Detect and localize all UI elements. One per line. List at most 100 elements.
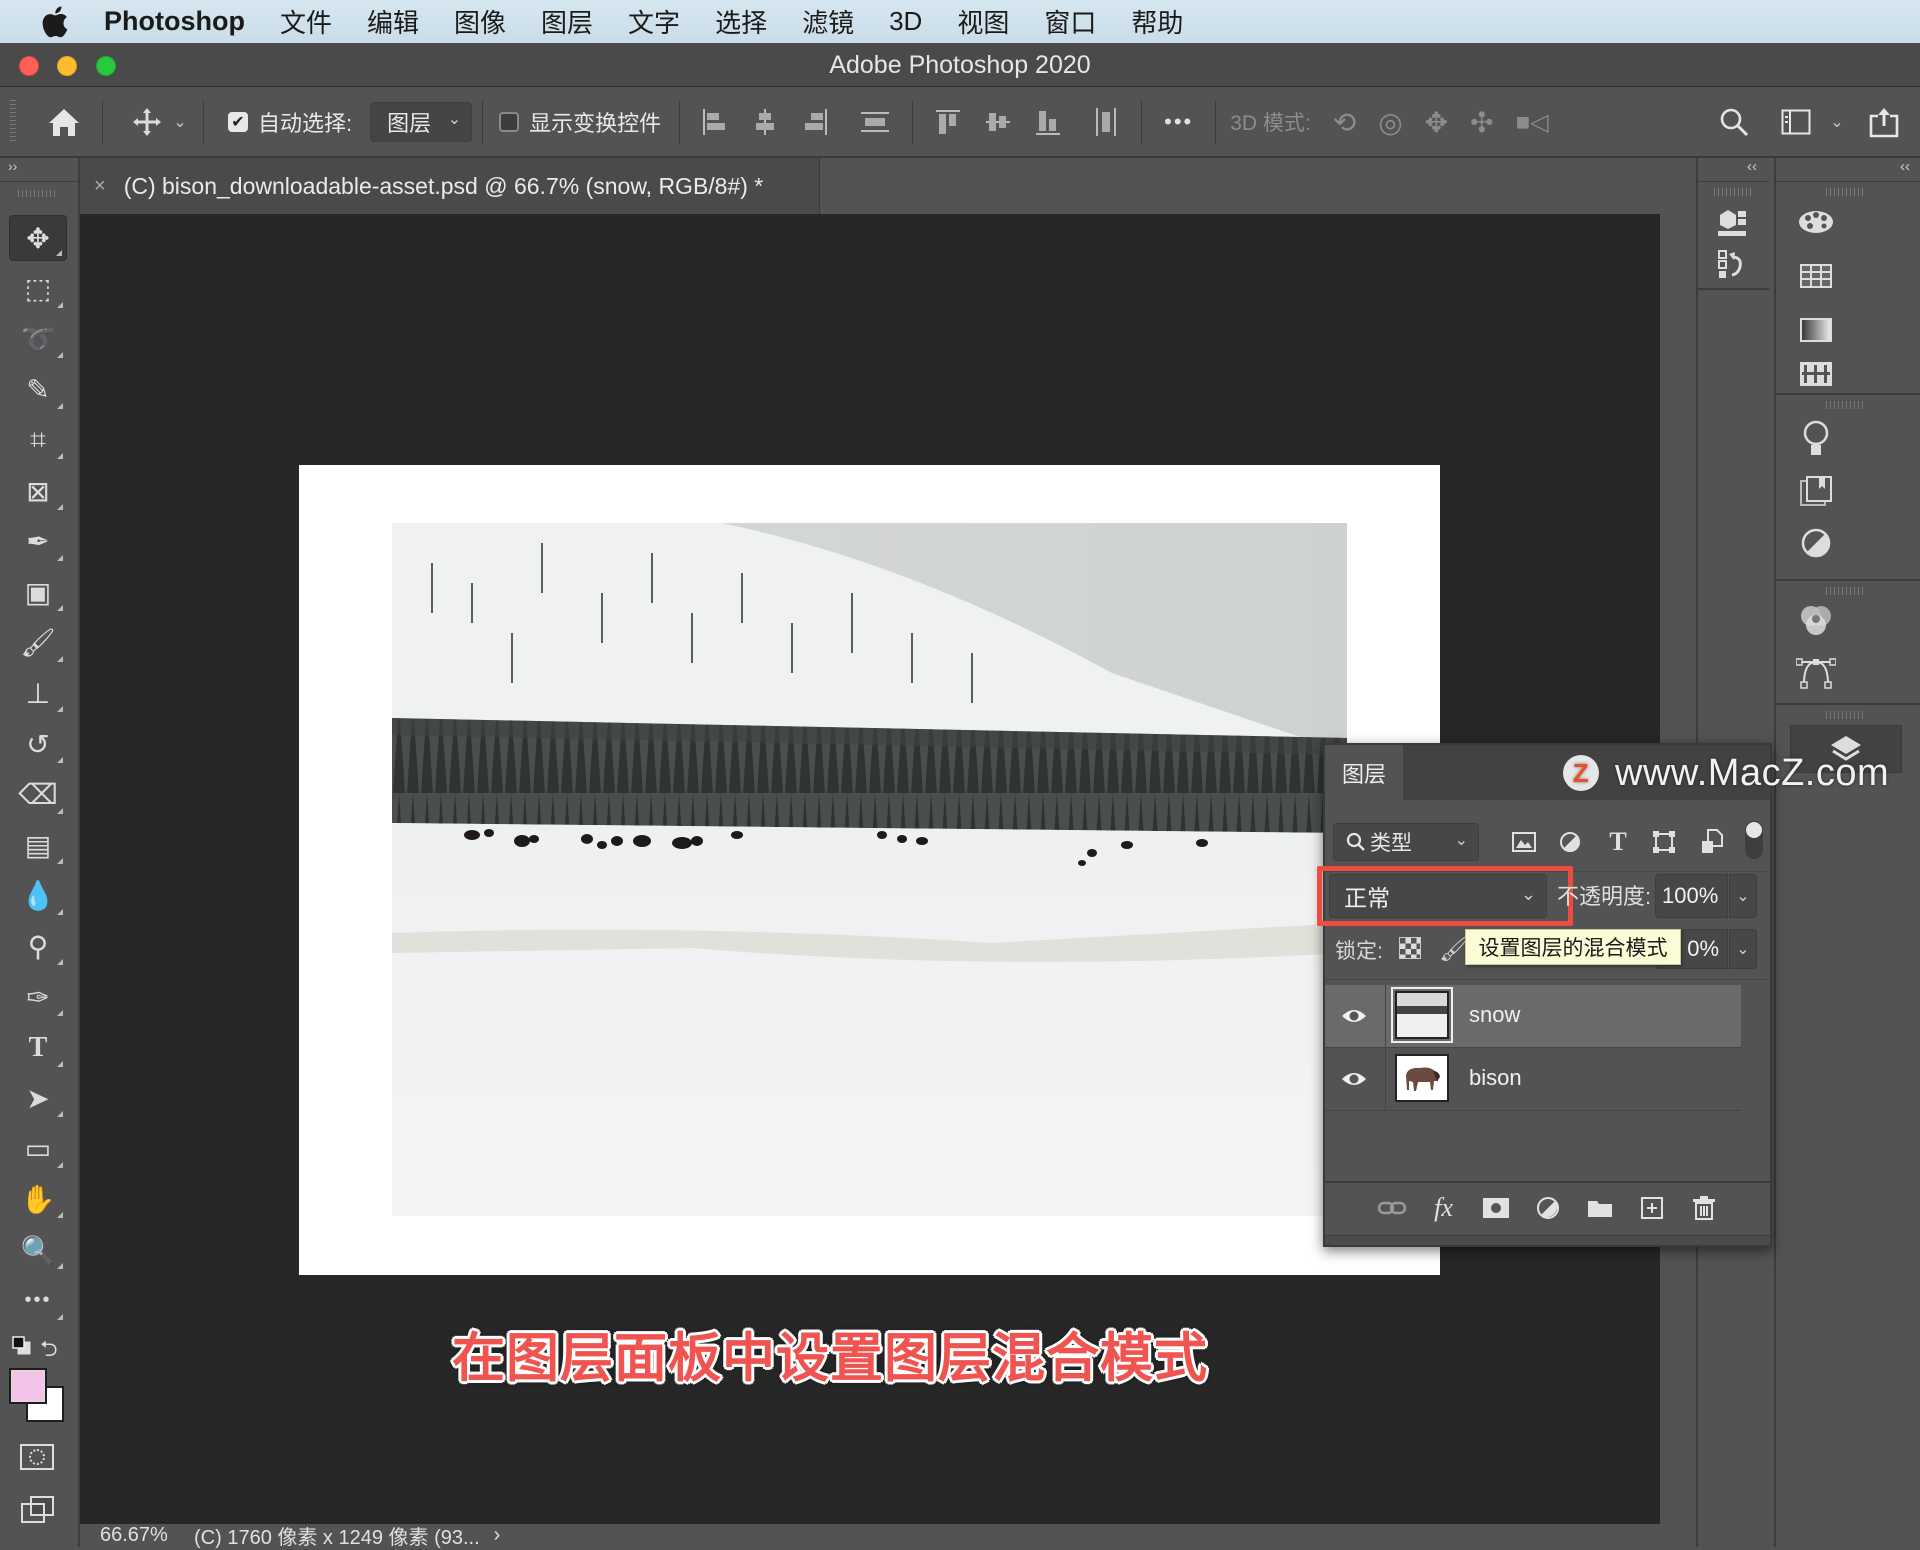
- tool-preset-chevron-icon[interactable]: ⌄: [167, 112, 193, 132]
- filter-type-layers-button[interactable]: T: [1601, 825, 1635, 859]
- delete-layer-trash-icon[interactable]: [1678, 1196, 1730, 1220]
- align-left-edges-button[interactable]: [702, 107, 728, 137]
- filter-pixel-layers-button[interactable]: [1507, 825, 1541, 859]
- snow-layer-image[interactable]: [392, 523, 1347, 1216]
- layer-filter-dropdown[interactable]: 类型 ⌄: [1333, 823, 1479, 861]
- type-tool[interactable]: T: [9, 1025, 67, 1071]
- panel-grip[interactable]: [1826, 401, 1866, 409]
- pan-3d-icon[interactable]: ✥: [1425, 106, 1448, 139]
- distribute-horizontal-button[interactable]: [1093, 107, 1119, 137]
- rectangle-tool[interactable]: ▭: [9, 1126, 67, 1172]
- slide-3d-icon[interactable]: ✣: [1470, 106, 1493, 139]
- align-vertical-centers-button[interactable]: [985, 107, 1011, 137]
- document-tab[interactable]: × (C) bison_downloadable-asset.psd @ 66.…: [80, 158, 820, 214]
- layer-name[interactable]: snow: [1469, 1002, 1520, 1028]
- roll-3d-icon[interactable]: ◎: [1378, 106, 1402, 139]
- menu-3d[interactable]: 3D: [889, 6, 922, 37]
- lock-transparent-pixels-button[interactable]: [1399, 937, 1421, 959]
- layer-filter-toggle[interactable]: [1745, 821, 1763, 859]
- frame-tool[interactable]: ⊠: [9, 468, 67, 514]
- align-top-edges-button[interactable]: [935, 107, 961, 137]
- zoom-tool[interactable]: 🔍: [9, 1227, 67, 1273]
- eraser-tool[interactable]: ⌫: [9, 772, 67, 818]
- collapse-left-dock-button[interactable]: ‹‹: [1698, 158, 1769, 182]
- patterns-panel-icon[interactable]: [1794, 354, 1838, 394]
- auto-select-target-dropdown[interactable]: 图层 ⌄: [370, 102, 473, 142]
- panel-grip[interactable]: [1826, 711, 1866, 719]
- layer-visibility-eye-icon[interactable]: [1339, 1066, 1369, 1092]
- adjustments-panel-icon[interactable]: [1794, 523, 1838, 563]
- rectangular-marquee-tool[interactable]: ⬚: [9, 266, 67, 312]
- quick-mask-button[interactable]: [20, 1444, 54, 1470]
- status-info-arrow-icon[interactable]: ›: [494, 1524, 501, 1547]
- layer-name[interactable]: bison: [1469, 1065, 1522, 1091]
- menu-select[interactable]: 选择: [715, 3, 767, 40]
- gradients-panel-icon[interactable]: [1794, 310, 1838, 350]
- history-panel-icon[interactable]: [1712, 246, 1752, 282]
- layers-tab[interactable]: 图层: [1325, 745, 1403, 800]
- menu-filter[interactable]: 滤镜: [802, 3, 854, 40]
- tools-expand-button[interactable]: ››: [0, 158, 80, 182]
- spot-healing-tool[interactable]: ▣: [9, 569, 67, 615]
- crop-tool[interactable]: ⌗: [9, 417, 67, 463]
- new-layer-icon[interactable]: [1626, 1197, 1678, 1219]
- auto-select-checkbox[interactable]: ✔: [228, 112, 248, 132]
- menu-help[interactable]: 帮助: [1131, 3, 1183, 40]
- minimize-window-button[interactable]: [57, 56, 77, 76]
- orbit-3d-icon[interactable]: ⟲: [1333, 106, 1356, 139]
- layer-row-snow[interactable]: snow: [1325, 985, 1741, 1048]
- hand-tool[interactable]: ✋: [9, 1176, 67, 1222]
- menu-file[interactable]: 文件: [280, 3, 332, 40]
- close-document-icon[interactable]: ×: [94, 175, 106, 198]
- link-layers-icon[interactable]: [1366, 1200, 1418, 1216]
- share-button[interactable]: [1864, 106, 1904, 138]
- add-mask-icon[interactable]: [1470, 1198, 1522, 1218]
- swatches-panel-icon[interactable]: [1794, 256, 1838, 296]
- brush-tool[interactable]: 🖌: [9, 620, 67, 666]
- align-right-edges-button[interactable]: [802, 107, 828, 137]
- filter-smart-objects-button[interactable]: [1695, 825, 1729, 859]
- panel-grip[interactable]: [1714, 188, 1754, 196]
- menu-view[interactable]: 视图: [957, 3, 1009, 40]
- menu-window[interactable]: 窗口: [1044, 3, 1096, 40]
- more-options-button[interactable]: •••: [1164, 109, 1193, 135]
- 3d-panel-icon[interactable]: [1712, 204, 1752, 240]
- workspace-button[interactable]: [1780, 109, 1812, 135]
- screen-mode-button[interactable]: [20, 1494, 56, 1524]
- learn-panel-icon[interactable]: [1794, 417, 1838, 461]
- gradient-tool[interactable]: ▤: [9, 822, 67, 868]
- collapse-right-dock-button[interactable]: ‹‹: [1776, 158, 1920, 182]
- options-bar-grip[interactable]: [10, 100, 16, 144]
- menu-app-name[interactable]: Photoshop: [104, 6, 245, 37]
- path-selection-tool[interactable]: ➤: [9, 1075, 67, 1121]
- blur-tool[interactable]: 💧: [9, 873, 67, 919]
- tools-panel-grip[interactable]: [18, 190, 58, 197]
- workspace-chevron-icon[interactable]: ⌄: [1822, 112, 1852, 132]
- scale-3d-camera-icon[interactable]: ■◁: [1516, 108, 1549, 137]
- maximize-window-button[interactable]: [96, 56, 116, 76]
- fill-slider-button[interactable]: ⌄: [1729, 929, 1757, 969]
- menu-layer[interactable]: 图层: [541, 3, 593, 40]
- history-brush-tool[interactable]: ↺: [9, 721, 67, 767]
- dodge-tool[interactable]: ⚲: [9, 923, 67, 969]
- align-horizontal-centers-button[interactable]: [752, 107, 778, 137]
- channels-panel-icon[interactable]: [1794, 599, 1838, 643]
- apple-menu-icon[interactable]: [40, 5, 70, 39]
- search-button[interactable]: [1714, 107, 1754, 137]
- layers-panel-resize-grip[interactable]: [1325, 1235, 1770, 1245]
- menu-image[interactable]: 图像: [454, 3, 506, 40]
- layer-style-fx-icon[interactable]: fx: [1418, 1193, 1470, 1223]
- move-tool-preset[interactable]: [127, 106, 167, 138]
- layer-thumbnail-snow[interactable]: [1391, 987, 1453, 1043]
- panel-grip[interactable]: [1826, 188, 1866, 196]
- close-window-button[interactable]: [19, 56, 39, 76]
- panel-grip[interactable]: [1826, 587, 1866, 595]
- layer-row-bison[interactable]: bison: [1325, 1048, 1741, 1111]
- layer-visibility-eye-icon[interactable]: [1339, 1003, 1369, 1029]
- menu-type[interactable]: 文字: [628, 3, 680, 40]
- clone-stamp-tool[interactable]: ⊥: [9, 670, 67, 716]
- pen-tool[interactable]: ✑: [9, 974, 67, 1020]
- paths-panel-icon[interactable]: [1794, 651, 1838, 695]
- filter-adjustment-layers-button[interactable]: [1553, 825, 1587, 859]
- document-info[interactable]: (C) 1760 像素 x 1249 像素 (93...: [194, 1521, 480, 1550]
